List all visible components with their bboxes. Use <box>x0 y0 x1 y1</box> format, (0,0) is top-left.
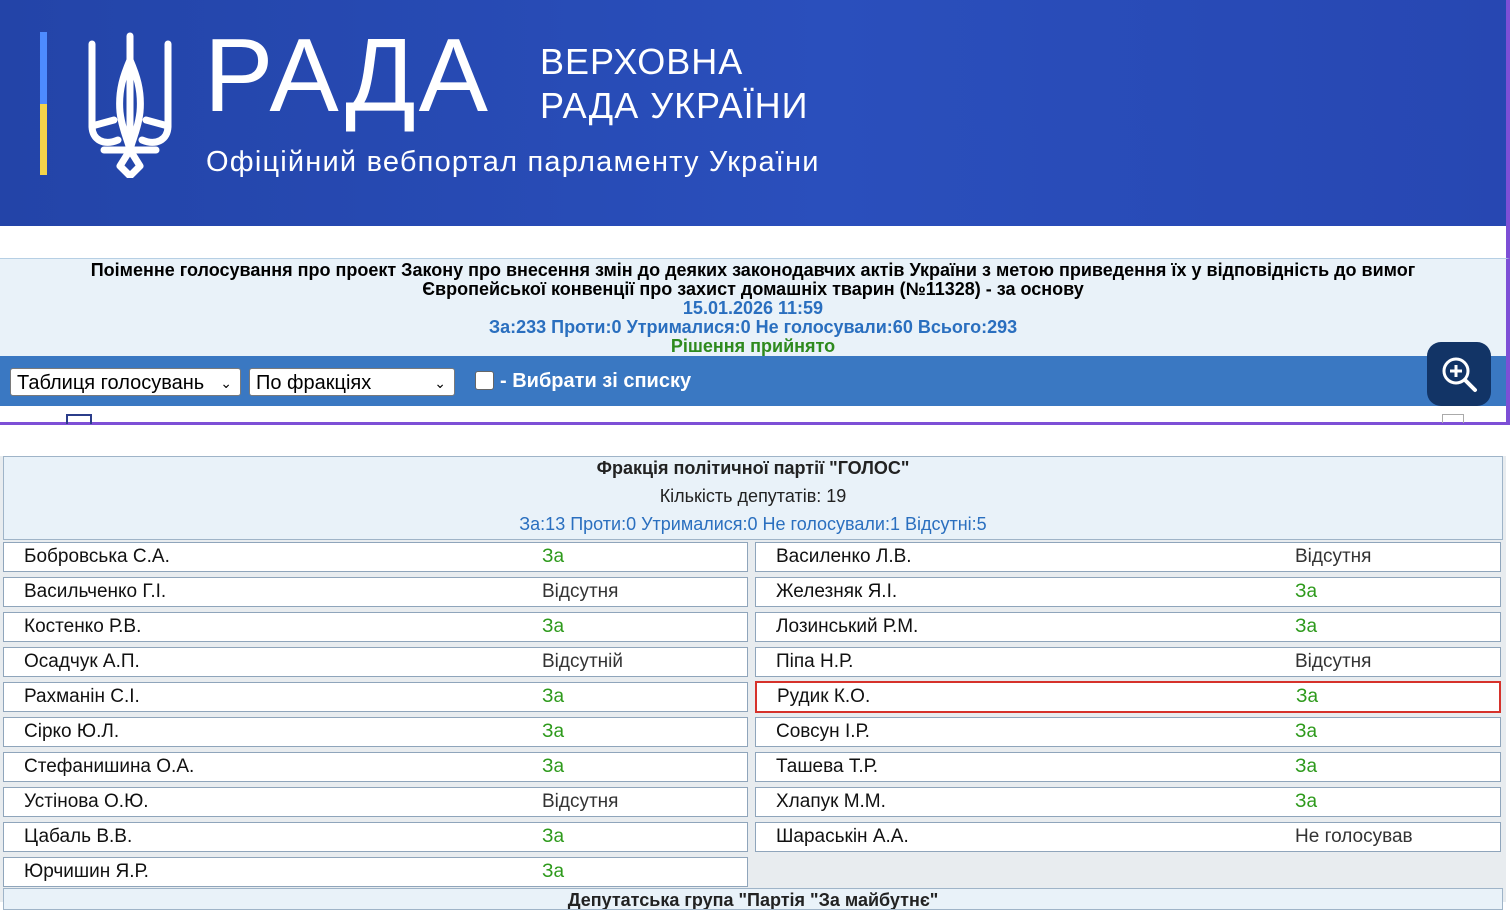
deputy-vote: За <box>1295 721 1318 742</box>
deputy-name: Шараськін А.А. <box>776 826 909 847</box>
trident-icon[interactable] <box>84 30 176 178</box>
header-gap <box>0 226 1510 258</box>
deputy-row: Костенко Р.В. За <box>3 612 748 642</box>
print-icon[interactable] <box>66 414 92 424</box>
deputy-name: Цабаль В.В. <box>24 826 133 847</box>
deputy-row: Піпа Н.Р. Відсутня <box>755 647 1501 677</box>
deputy-vote: За <box>542 721 565 742</box>
deputy-vote: За <box>542 546 565 567</box>
site-header: РАДА ВЕРХОВНА РАДА УКРАЇНИ Офіційний веб… <box>0 0 1510 226</box>
deputy-name: Лозинський Р.М. <box>776 616 919 637</box>
deputy-name: Піпа Н.Р. <box>776 651 854 672</box>
deputy-name: Хлапук М.М. <box>776 791 886 812</box>
deputy-name: Васильченко Г.І. <box>24 581 167 602</box>
vote-totals: За:233 Проти:0 Утрималися:0 Не голосувал… <box>488 317 1018 337</box>
vote-datetime: 15.01.2026 11:59 <box>682 298 824 318</box>
faction-name: Фракція політичної партії "ГОЛОС" <box>596 458 910 478</box>
deputy-row: Хлапук М.М. За <box>755 787 1501 817</box>
deputy-vote: За <box>1296 686 1319 707</box>
deputy-vote: За <box>1295 791 1318 812</box>
deputy-row: Лозинський Р.М. За <box>755 612 1501 642</box>
deputy-name: Железняк Я.І. <box>776 581 898 602</box>
deputy-name: Ташева Т.Р. <box>776 756 878 777</box>
deputy-vote: Відсутня <box>1295 546 1372 567</box>
faction-header: Фракція політичної партії "ГОЛОС" Кількі… <box>3 456 1503 540</box>
group-select-value: По фракціях <box>256 372 372 394</box>
deputy-vote: За <box>542 861 565 882</box>
view-select-value: Таблиця голосувань <box>17 372 205 394</box>
vote-result: Рішення прийнято <box>670 336 836 356</box>
deputy-name: Рахманін С.І. <box>24 686 140 707</box>
faction-totals: За:13 Проти:0 Утрималися:0 Не голосували… <box>519 514 987 534</box>
deputy-row: Ташева Т.Р. За <box>755 752 1501 782</box>
deputy-vote: За <box>1295 581 1318 602</box>
deputy-name: Стефанишина О.А. <box>24 756 195 777</box>
deputy-row: Цабаль В.В. За <box>3 822 748 852</box>
document-icon[interactable] <box>1442 414 1464 423</box>
deputy-name: Юрчишин Я.Р. <box>24 861 149 882</box>
deputy-row: Юрчишин Я.Р. За <box>3 857 748 887</box>
site-logo-text[interactable]: РАДА <box>204 24 491 128</box>
deputy-vote: За <box>542 826 565 847</box>
deputy-name: Устінова О.Ю. <box>24 791 149 812</box>
deputy-row: Василенко Л.В. Відсутня <box>755 542 1501 572</box>
portal-subtitle: Офіційний вебпортал парламенту України <box>206 146 820 178</box>
deputy-row: Сірко Ю.Л. За <box>3 717 748 747</box>
logo-subtitle-line2: РАДА УКРАЇНИ <box>540 85 809 126</box>
deputy-vote: За <box>542 686 565 707</box>
deputy-row-highlighted: Рудик К.О. За <box>755 681 1501 713</box>
zoom-button[interactable] <box>1427 342 1491 406</box>
deputy-row: Шараськін А.А. Не голосував <box>755 822 1501 852</box>
deputy-name: Бобровська С.А. <box>24 546 170 567</box>
deputy-row: Устінова О.Ю. Відсутня <box>3 787 748 817</box>
faction-count: Кількість депутатів: 19 <box>659 486 847 506</box>
pick-from-list-checkbox[interactable] <box>475 371 494 390</box>
deputy-row: Совсун І.Р. За <box>755 717 1501 747</box>
next-group-header: Депутатська група "Партія "За майбутнє" <box>3 888 1503 910</box>
deputy-row: Бобровська С.А. За <box>3 542 748 572</box>
deputy-row: Железняк Я.І. За <box>755 577 1501 607</box>
logo-subtitle-line1: ВЕРХОВНА <box>540 41 744 82</box>
vote-info-panel: Поіменне голосування про проект Закону п… <box>0 258 1510 357</box>
deputy-vote: Відсутній <box>542 651 624 672</box>
deputy-row: Осадчук А.П. Відсутній <box>3 647 748 677</box>
toolbar: Таблиця голосувань ⌄ По фракціях ⌄ - Виб… <box>0 342 1510 406</box>
deputy-name: Костенко Р.В. <box>24 616 142 637</box>
deputy-row: Васильченко Г.І. Відсутня <box>3 577 748 607</box>
deputy-row: Рахманін С.І. За <box>3 682 748 712</box>
group-select[interactable]: По фракціях ⌄ <box>249 368 455 396</box>
vote-title: Поіменне голосування про проект Закону п… <box>90 260 1416 299</box>
deputy-name: Сірко Ю.Л. <box>24 721 120 742</box>
deputy-vote: За <box>542 616 565 637</box>
deputy-row: Стефанишина О.А. За <box>3 752 748 782</box>
deputy-vote: За <box>1295 616 1318 637</box>
deputy-vote: За <box>542 756 565 777</box>
deputy-vote: Не голосував <box>1295 826 1413 847</box>
deputy-name: Василенко Л.В. <box>776 546 912 567</box>
toolbar-icon-strip <box>0 406 1510 425</box>
deputy-name: Осадчук А.П. <box>24 651 140 672</box>
view-select[interactable]: Таблиця голосувань ⌄ <box>10 368 241 396</box>
faction-section: Фракція політичної партії "ГОЛОС" Кількі… <box>0 456 1506 910</box>
site-logo-subtitle: ВЕРХОВНА РАДА УКРАЇНИ <box>540 40 809 128</box>
pick-from-list-label[interactable]: - Вибрати зі списку <box>500 370 691 393</box>
zoom-in-icon <box>1442 357 1477 392</box>
deputy-vote: Відсутня <box>542 581 619 602</box>
deputy-vote: Відсутня <box>1295 651 1372 672</box>
flag-stripe <box>40 32 47 175</box>
deputy-name: Совсун І.Р. <box>776 721 870 742</box>
deputy-name: Рудик К.О. <box>777 686 871 707</box>
deputy-vote: За <box>1295 756 1318 777</box>
chevron-down-icon: ⌄ <box>220 375 232 391</box>
deputy-vote: Відсутня <box>542 791 619 812</box>
chevron-down-icon: ⌄ <box>434 375 446 391</box>
